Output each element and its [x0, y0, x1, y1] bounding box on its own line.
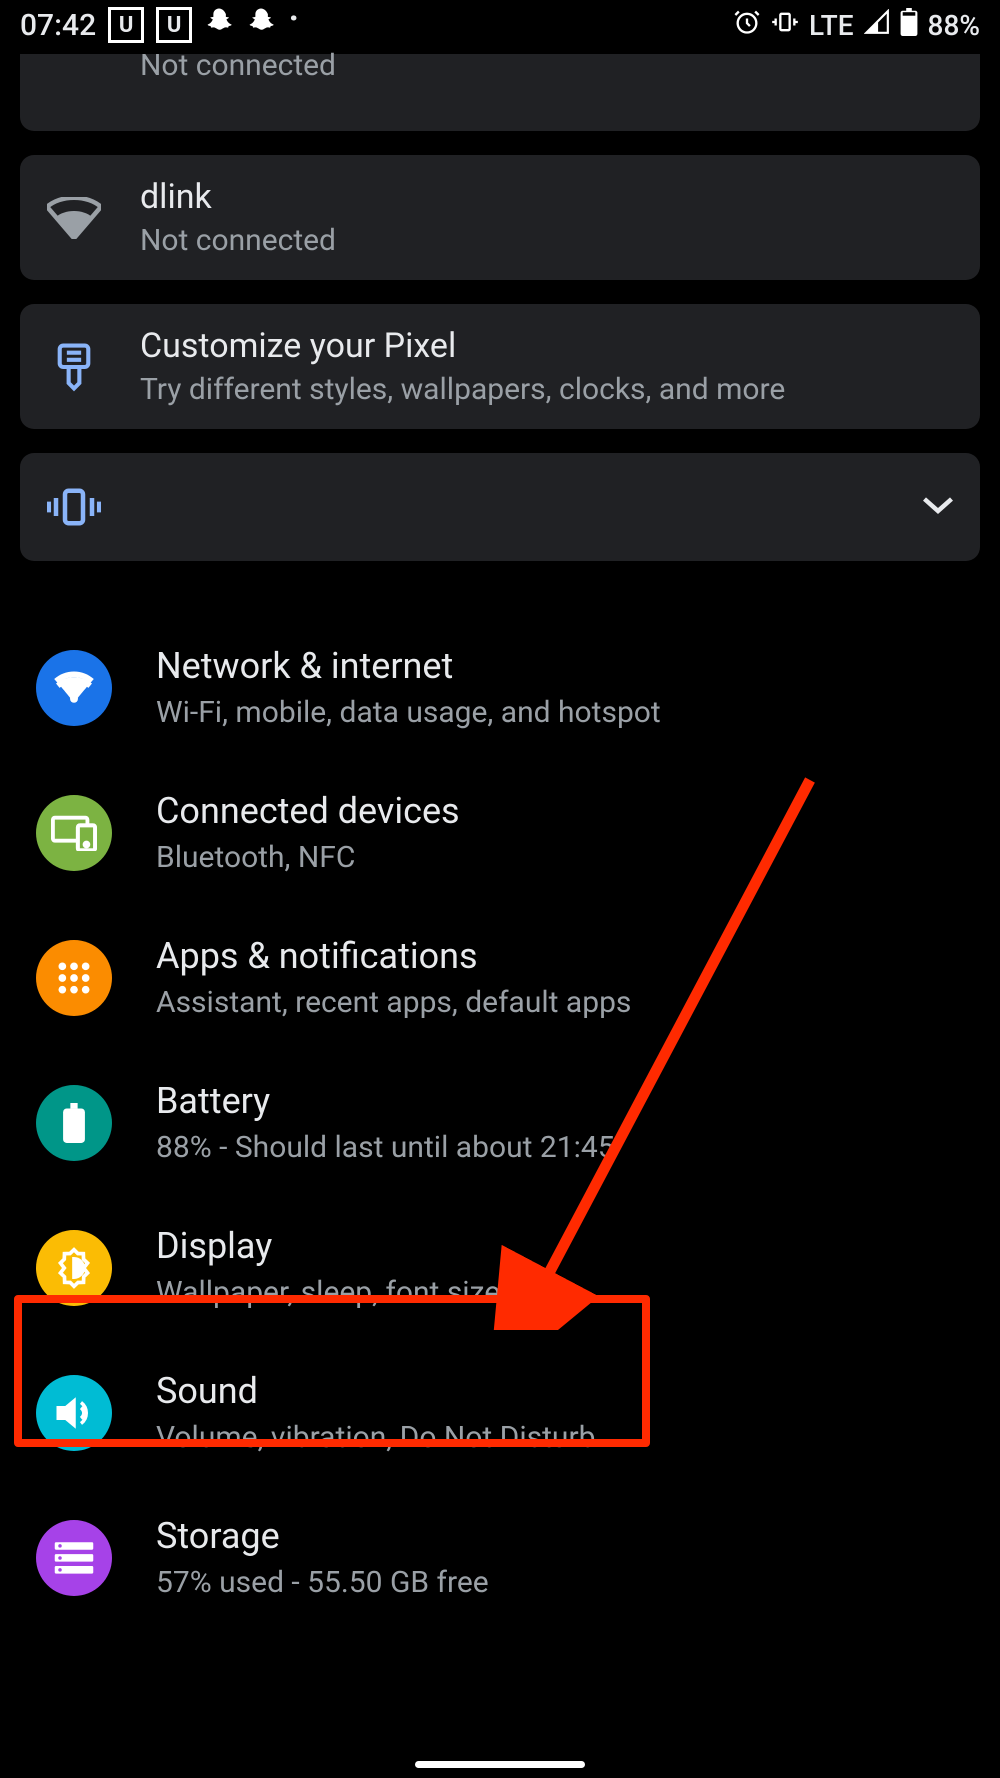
- sound-icon: [36, 1375, 112, 1451]
- sound-title: Sound: [156, 1370, 964, 1412]
- alarm-icon: [733, 8, 761, 43]
- customize-pixel-card[interactable]: Customize your Pixel Try different style…: [20, 304, 980, 429]
- app-icon-u2: U: [156, 7, 192, 43]
- nav-bar-indicator[interactable]: [415, 1761, 585, 1768]
- battery-title: Battery: [156, 1080, 964, 1122]
- display-icon: [36, 1230, 112, 1306]
- battery-subtitle: 88% - Should last until about 21:45: [156, 1130, 964, 1165]
- apps-title: Apps & notifications: [156, 935, 964, 977]
- status-bar: 07:42 U U · LTE 88%: [0, 0, 1000, 50]
- storage-title: Storage: [156, 1515, 964, 1557]
- wifi-status: Not connected: [140, 223, 956, 258]
- styles-icon: [44, 342, 104, 392]
- display-subtitle: Wallpaper, sleep, font size: [156, 1275, 964, 1310]
- battery-percent: 88%: [928, 9, 980, 42]
- vibrate-status-icon: [771, 8, 799, 43]
- settings-display[interactable]: Display Wallpaper, sleep, font size: [0, 1195, 1000, 1340]
- display-title: Display: [156, 1225, 964, 1267]
- settings-battery[interactable]: Battery 88% - Should last until about 21…: [0, 1050, 1000, 1195]
- customize-subtitle: Try different styles, wallpapers, clocks…: [140, 372, 956, 407]
- sound-subtitle: Volume, vibration, Do Not Disturb: [156, 1420, 964, 1455]
- status-time: 07:42: [20, 8, 96, 43]
- devices-icon: [36, 795, 112, 871]
- connected-subtitle: Bluetooth, NFC: [156, 840, 964, 875]
- network-title: Network & internet: [156, 645, 964, 687]
- apps-icon: [36, 940, 112, 1016]
- network-subtitle: Wi-Fi, mobile, data usage, and hotspot: [156, 695, 964, 730]
- settings-connected-devices[interactable]: Connected devices Bluetooth, NFC: [0, 760, 1000, 905]
- connected-title: Connected devices: [156, 790, 964, 832]
- app-icon-u1: U: [108, 7, 144, 43]
- settings-apps[interactable]: Apps & notifications Assistant, recent a…: [0, 905, 1000, 1050]
- battery-icon: [900, 8, 918, 43]
- snapchat-icon-2: [246, 6, 276, 44]
- status-right: LTE 88%: [733, 8, 980, 43]
- signal-icon: [864, 9, 890, 42]
- network-type: LTE: [809, 9, 854, 42]
- storage-icon: [36, 1520, 112, 1596]
- wifi-card-truncated[interactable]: Not connected: [20, 54, 980, 131]
- wifi-name: dlink: [140, 177, 956, 217]
- wifi-card-dlink[interactable]: dlink Not connected: [20, 155, 980, 280]
- settings-sound[interactable]: Sound Volume, vibration, Do Not Disturb: [0, 1340, 1000, 1485]
- customize-title: Customize your Pixel: [140, 326, 956, 366]
- ringer-mode-card[interactable]: [20, 453, 980, 561]
- wifi-truncated-status: Not connected: [140, 48, 956, 83]
- chevron-down-icon[interactable]: [920, 494, 956, 520]
- settings-storage[interactable]: Storage 57% used - 55.50 GB free: [0, 1485, 1000, 1630]
- settings-network[interactable]: Network & internet Wi-Fi, mobile, data u…: [0, 615, 1000, 760]
- apps-subtitle: Assistant, recent apps, default apps: [156, 985, 964, 1020]
- storage-subtitle: 57% used - 55.50 GB free: [156, 1565, 964, 1600]
- snapchat-icon: [204, 6, 234, 44]
- wifi-icon: [36, 650, 112, 726]
- wifi-off-icon: [44, 197, 104, 239]
- battery-setting-icon: [36, 1085, 112, 1161]
- vibrate-icon: [44, 487, 104, 527]
- status-left: 07:42 U U ·: [20, 6, 299, 44]
